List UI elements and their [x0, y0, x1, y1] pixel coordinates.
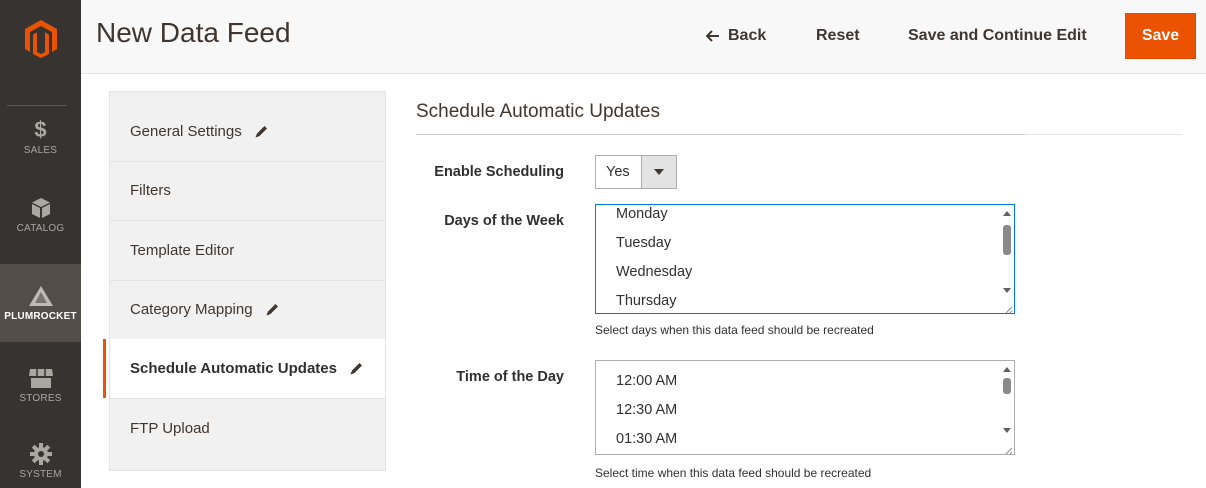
tab-template-editor[interactable]: Template Editor: [110, 221, 385, 280]
scroll-down-icon[interactable]: [1003, 428, 1011, 433]
settings-tabs: General Settings Filters Template Editor…: [103, 91, 386, 471]
nav-item-label: Plumrocket: [4, 311, 77, 322]
section-title: Schedule Automatic Updates: [416, 101, 660, 122]
scroll-down-icon[interactable]: [1003, 288, 1011, 293]
section-divider-light: [1025, 134, 1182, 135]
pencil-icon: [254, 124, 269, 139]
tab-label: Filters: [130, 182, 171, 199]
time-of-day-multiselect[interactable]: 12:00 AM 12:30 AM 01:30 AM: [595, 360, 1015, 455]
dollar-icon: $: [34, 117, 47, 142]
nav-item-sales[interactable]: $ Sales: [0, 98, 81, 176]
nav-item-system[interactable]: System: [0, 422, 81, 488]
save-and-continue-button[interactable]: Save and Continue Edit: [908, 13, 1087, 59]
scroll-up-icon[interactable]: [1003, 211, 1011, 216]
time-scrollbar[interactable]: [1000, 361, 1014, 454]
days-of-week-label: Days of the Week: [444, 213, 564, 229]
tab-label: FTP Upload: [130, 420, 210, 437]
time-note: Select time when this data feed should b…: [595, 466, 872, 480]
list-item[interactable]: 01:30 AM: [616, 431, 677, 447]
pencil-icon: [265, 302, 280, 317]
tab-category-mapping[interactable]: Category Mapping: [110, 280, 385, 339]
cube-icon: [31, 196, 51, 220]
enable-scheduling-label: Enable Scheduling: [434, 164, 564, 180]
list-item[interactable]: Thursday: [616, 293, 676, 309]
list-item[interactable]: Monday: [616, 206, 668, 222]
tab-label: Template Editor: [130, 242, 235, 259]
nav-item-plumrocket[interactable]: Plumrocket: [0, 264, 81, 342]
plumrocket-icon: [28, 284, 54, 308]
chevron-down-icon: [641, 156, 676, 188]
time-of-day-label: Time of the Day: [456, 369, 564, 385]
days-scrollbar[interactable]: [1000, 205, 1014, 313]
list-item[interactable]: 12:30 AM: [616, 402, 677, 418]
list-item[interactable]: Tuesday: [616, 235, 671, 251]
scroll-thumb[interactable]: [1003, 378, 1011, 394]
tab-filters[interactable]: Filters: [110, 161, 385, 220]
nav-item-label: System: [19, 469, 62, 480]
scroll-up-icon[interactable]: [1003, 367, 1011, 372]
scroll-thumb[interactable]: [1003, 225, 1011, 255]
resize-handle-icon[interactable]: [1003, 443, 1013, 454]
reset-button[interactable]: Reset: [816, 13, 860, 59]
back-button[interactable]: Back: [706, 13, 766, 59]
tab-label: Schedule Automatic Updates: [130, 360, 337, 377]
tab-general-settings[interactable]: General Settings: [110, 102, 385, 161]
resize-handle-icon[interactable]: [1003, 302, 1013, 313]
list-item[interactable]: Wednesday: [616, 264, 692, 280]
admin-sidebar: $ Sales Catalog Plumrocket: [0, 0, 81, 488]
list-item[interactable]: 12:00 AM: [616, 373, 677, 389]
page-title: New Data Feed: [96, 17, 291, 48]
days-of-week-multiselect[interactable]: Monday Tuesday Wednesday Thursday: [595, 204, 1015, 314]
nav-item-stores[interactable]: Stores: [0, 346, 81, 424]
magento-logo-icon[interactable]: [0, 0, 81, 78]
arrow-left-icon: [706, 30, 720, 42]
gear-icon: [29, 442, 52, 466]
back-button-label: Back: [728, 27, 767, 44]
tab-schedule-automatic-updates[interactable]: Schedule Automatic Updates: [103, 339, 385, 398]
nav-item-label: Sales: [23, 145, 58, 156]
tab-label: Category Mapping: [130, 301, 253, 318]
page-header: New Data Feed Back Reset Save and Contin…: [81, 0, 1206, 74]
store-icon: [28, 366, 54, 390]
nav-item-catalog[interactable]: Catalog: [0, 176, 81, 254]
save-button[interactable]: Save: [1125, 13, 1196, 59]
pencil-icon: [349, 361, 364, 376]
enable-scheduling-select[interactable]: Yes: [595, 155, 677, 189]
select-value: Yes: [606, 164, 630, 180]
nav-item-label: Stores: [19, 393, 62, 404]
tab-ftp-upload[interactable]: FTP Upload: [110, 399, 385, 458]
days-note: Select days when this data feed should b…: [595, 323, 874, 337]
tab-label: General Settings: [130, 123, 242, 140]
nav-item-label: Catalog: [16, 223, 65, 234]
